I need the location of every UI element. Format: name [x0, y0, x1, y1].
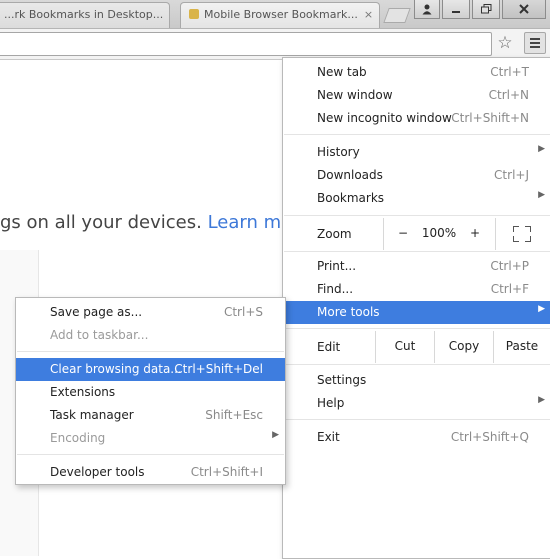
copy-button[interactable]: Copy [435, 339, 493, 353]
menu-item-shortcut: Ctrl+N [488, 88, 529, 102]
menu-item-help[interactable]: Help ▶ [283, 392, 550, 415]
tab-mobile-bookmark[interactable]: Mobile Browser Bookmark... × [180, 2, 380, 28]
hamburger-icon-bar [530, 46, 540, 48]
menu-item-shortcut: Ctrl+S [223, 305, 263, 319]
menu-item-label: History [317, 145, 360, 159]
menu-item-label: Extensions [50, 385, 116, 399]
menu-item-label: More tools [317, 305, 380, 319]
menu-item-shortcut: Ctrl+F [490, 282, 529, 296]
maximize-icon[interactable] [472, 0, 500, 19]
zoom-level: 100% [421, 226, 457, 240]
submenu-arrow-icon: ▶ [538, 395, 545, 405]
favicon-icon [189, 9, 199, 19]
cell-divider [383, 218, 384, 250]
minimize-icon[interactable] [442, 0, 470, 19]
submenu-arrow-icon: ▶ [538, 304, 545, 314]
menu-item-more-tools[interactable]: More tools ▶ [283, 301, 550, 324]
user-icon[interactable] [414, 0, 440, 19]
menu-item-label: New tab [317, 65, 367, 79]
hamburger-icon-bar [530, 42, 540, 44]
toolbar: ☆ [0, 29, 550, 60]
menu-item-clear-browsing-data[interactable]: Clear browsing data... Ctrl+Shift+Del [16, 358, 285, 381]
menu-item-label: Add to taskbar... [50, 328, 149, 342]
menu-separator [284, 251, 550, 252]
menu-item-label: Encoding [50, 431, 106, 445]
menu-item-label: New window [317, 88, 393, 102]
menu-item-label: Print... [317, 259, 357, 273]
menu-item-new-window[interactable]: New window Ctrl+N [283, 84, 550, 107]
window-controls [414, 0, 546, 20]
cell-divider [495, 218, 496, 250]
submenu-arrow-icon: ▶ [538, 190, 545, 200]
menu-item-shortcut: Ctrl+T [490, 65, 529, 79]
menu-separator [284, 134, 550, 135]
bookmark-star-icon[interactable]: ☆ [494, 32, 516, 54]
menu-item-task-manager[interactable]: Task manager Shift+Esc [16, 404, 285, 427]
more-tools-submenu: Save page as... Ctrl+S Add to taskbar...… [15, 297, 286, 485]
zoom-out-button[interactable]: − [397, 226, 409, 240]
menu-separator [284, 364, 550, 365]
menu-item-downloads[interactable]: Downloads Ctrl+J [283, 164, 550, 187]
menu-separator [284, 328, 550, 329]
menu-item-shortcut: Ctrl+P [490, 259, 529, 273]
menu-item-label: Find... [317, 282, 354, 296]
paste-button[interactable]: Paste [494, 339, 550, 353]
menu-item-new-incognito-window[interactable]: New incognito window Ctrl+Shift+N [283, 107, 550, 130]
menu-item-shortcut: Ctrl+Shift+Q [450, 430, 529, 444]
menu-separator [17, 454, 284, 455]
sync-text: gs on all your devices. [0, 212, 208, 233]
title-bar: ...rk Bookmarks in Desktop... Mobile Bro… [0, 0, 550, 29]
menu-item-find[interactable]: Find... Ctrl+F [283, 278, 550, 301]
new-tab-button[interactable] [383, 8, 411, 23]
menu-item-shortcut: Ctrl+Shift+I [190, 465, 263, 479]
menu-item-label: Developer tools [50, 465, 145, 479]
tab-title: ...rk Bookmarks in Desktop... [4, 8, 164, 21]
submenu-arrow-icon: ▶ [272, 430, 279, 440]
menu-item-exit[interactable]: Exit Ctrl+Shift+Q [283, 426, 550, 449]
chrome-main-menu: New tab Ctrl+T New window Ctrl+N New inc… [282, 57, 550, 559]
address-bar[interactable] [0, 32, 492, 56]
menu-item-settings[interactable]: Settings [283, 369, 550, 392]
submenu-arrow-icon: ▶ [538, 144, 545, 154]
menu-item-history[interactable]: History ▶ [283, 141, 550, 164]
chrome-menu-button[interactable] [524, 32, 546, 54]
close-icon[interactable] [502, 0, 546, 19]
menu-item-bookmarks[interactable]: Bookmarks ▶ [283, 187, 550, 210]
zoom-in-button[interactable]: + [469, 226, 481, 240]
menu-item-print[interactable]: Print... Ctrl+P [283, 255, 550, 278]
tab-title: Mobile Browser Bookmark... [204, 8, 358, 21]
menu-item-label: Clear browsing data... [50, 362, 182, 376]
hamburger-icon [530, 38, 540, 40]
menu-item-shortcut: Shift+Esc [205, 408, 263, 422]
menu-item-new-tab[interactable]: New tab Ctrl+T [283, 61, 550, 84]
menu-item-label: Settings [317, 373, 367, 387]
zoom-label: Zoom [317, 227, 352, 241]
menu-item-label: Exit [317, 430, 340, 444]
tab-close-icon[interactable]: × [364, 8, 373, 21]
menu-item-label: Bookmarks [317, 191, 385, 205]
menu-item-add-to-taskbar: Add to taskbar... [16, 324, 285, 347]
menu-item-extensions[interactable]: Extensions [16, 381, 285, 404]
edit-label: Edit [317, 340, 341, 354]
menu-item-shortcut: Ctrl+Shift+N [451, 111, 529, 125]
menu-item-label: New incognito window [317, 111, 452, 125]
menu-item-label: Task manager [50, 408, 134, 422]
menu-item-save-page-as[interactable]: Save page as... Ctrl+S [16, 301, 285, 324]
menu-item-shortcut: Ctrl+J [494, 168, 529, 182]
tab-bookmarks[interactable]: ...rk Bookmarks in Desktop... [0, 2, 170, 28]
menu-item-label: Downloads [317, 168, 383, 182]
menu-item-shortcut: Ctrl+Shift+Del [174, 362, 263, 376]
menu-separator [284, 419, 550, 420]
menu-zoom-row: Zoom − 100% + [283, 218, 550, 250]
menu-item-label: Save page as... [50, 305, 143, 319]
menu-item-encoding: Encoding ▶ [16, 427, 285, 450]
menu-edit-row: Edit Cut Copy Paste [283, 331, 550, 363]
fullscreen-icon[interactable] [513, 226, 531, 242]
menu-separator [284, 215, 550, 216]
menu-item-developer-tools[interactable]: Developer tools Ctrl+Shift+I [16, 461, 285, 484]
cut-button[interactable]: Cut [376, 339, 434, 353]
sync-promo-text: gs on all your devices. Learn more [0, 212, 310, 233]
menu-item-label: Help [317, 396, 345, 410]
menu-separator [17, 351, 284, 352]
